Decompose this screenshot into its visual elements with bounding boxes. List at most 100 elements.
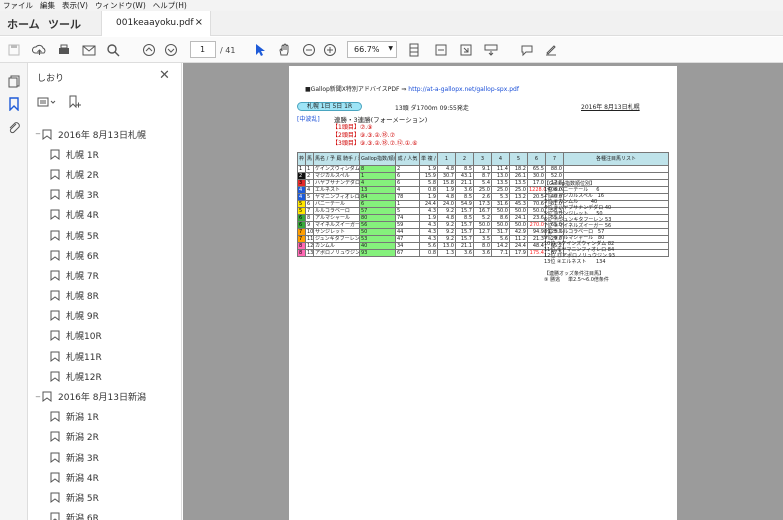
bookmark-item[interactable]: 新潟 3R — [28, 447, 181, 467]
bookmark-group[interactable]: − 2016年 8月13日新潟 — [28, 386, 181, 406]
table-cell: 1228.0 — [527, 186, 546, 194]
table-cell: 9.1 — [473, 165, 492, 173]
upload-icon[interactable] — [30, 41, 48, 59]
table-cell: 1 — [395, 200, 420, 208]
close-icon[interactable]: ✕ — [159, 68, 170, 83]
table-cell: 65.5 — [527, 165, 546, 173]
table-cell: 4.8 — [437, 165, 456, 173]
bookmark-item[interactable]: 札幌 8R — [28, 286, 181, 306]
bookmark-item[interactable]: 札幌 2R — [28, 164, 181, 184]
comment-icon[interactable] — [518, 41, 536, 59]
column-header: 枠 — [297, 152, 306, 166]
menu-view[interactable]: 表示(V) — [62, 0, 88, 11]
bookmark-label: 札幌 7R — [66, 271, 99, 282]
page-view-icon[interactable] — [405, 41, 423, 59]
table-cell — [563, 172, 669, 180]
table-cell: ケインズウィンダム — [313, 165, 360, 173]
table-cell: 8.5 — [455, 214, 474, 222]
menu-file[interactable]: ファイル — [3, 0, 33, 11]
page-number-input[interactable]: 1 — [190, 41, 216, 58]
zoom-in-icon[interactable] — [321, 41, 339, 59]
page-down-icon[interactable] — [162, 41, 180, 59]
bookmark-label: 札幌 9R — [66, 312, 99, 323]
bookmark-item[interactable]: 新潟 6R — [28, 508, 181, 520]
table-cell: マイネルズイーガー — [313, 221, 360, 229]
zoom-out-icon[interactable] — [300, 41, 318, 59]
tab-close-icon[interactable]: × — [195, 17, 203, 28]
column-header: 7 — [545, 152, 564, 166]
table-cell: 5.4 — [473, 179, 492, 187]
bookmark-item[interactable]: 札幌11R — [28, 346, 181, 366]
bookmark-item[interactable]: 新潟 4R — [28, 467, 181, 487]
save-icon[interactable] — [5, 41, 23, 59]
tab-document[interactable]: 001keaayoku.pdf × — [101, 11, 211, 36]
bookmark-group[interactable]: − 2016年 8月13日札幌 — [28, 124, 181, 144]
bookmark-item[interactable]: 札幌12R — [28, 366, 181, 386]
attention-list: 【Gallop指数順位別】 1位 ⑥バニーテール 6 2位 ②マジカルスペル 1… — [544, 181, 615, 283]
table-cell: 13 — [305, 249, 314, 257]
bookmark-item[interactable]: 札幌 7R — [28, 265, 181, 285]
bookmark-item[interactable]: 新潟 5R — [28, 487, 181, 507]
read-mode-icon[interactable] — [482, 41, 500, 59]
bookmark-item[interactable]: 札幌 4R — [28, 205, 181, 225]
bookmark-item[interactable]: 新潟 2R — [28, 427, 181, 447]
page-total: / 41 — [220, 46, 236, 55]
table-cell: 15.9 — [419, 172, 438, 180]
table-cell: 5.6 — [491, 235, 510, 243]
table-cell: 15.7 — [455, 207, 474, 215]
bookmark-item[interactable]: 札幌 3R — [28, 185, 181, 205]
table-cell: 4 — [359, 179, 396, 187]
tree-toggle-icon[interactable]: − — [34, 393, 42, 401]
zoom-select[interactable]: 66.7% ▼ — [347, 41, 397, 58]
table-cell: 2 — [305, 172, 314, 180]
mail-icon[interactable] — [80, 41, 98, 59]
bookmark-item[interactable]: 札幌 6R — [28, 245, 181, 265]
table-cell: 8 — [359, 165, 396, 173]
search-icon[interactable] — [104, 41, 122, 59]
table-cell: 1.9 — [419, 165, 438, 173]
sign-icon[interactable] — [542, 41, 560, 59]
bookmarks-panel: しおり ✕ − 2016年 8月13日札幌 札幌 1R 札幌 2R 札幌 3R 札… — [28, 63, 182, 520]
bookmark-item[interactable]: 札幌 1R — [28, 144, 181, 164]
menu-window[interactable]: ウィンドウ(W) — [95, 0, 146, 11]
page-up-icon[interactable] — [140, 41, 158, 59]
bookmark-label: 新潟 3R — [66, 453, 99, 464]
print-icon[interactable] — [55, 41, 73, 59]
select-cursor-icon[interactable] — [250, 41, 268, 59]
tab-home[interactable]: ホーム — [7, 16, 40, 32]
header-link[interactable]: http://at-a-gallopx.net/gallop-spx.pdf — [408, 86, 519, 93]
bookmark-item[interactable]: 札幌 9R — [28, 306, 181, 326]
menu-help[interactable]: ヘルプ(H) — [153, 0, 187, 11]
table-cell: 24.4 — [509, 242, 528, 250]
bookmark-icon[interactable] — [6, 96, 22, 112]
bookmark-item[interactable]: 札幌10R — [28, 326, 181, 346]
column-header: 5 — [509, 152, 528, 166]
table-cell: 8 — [305, 214, 314, 222]
fullscreen-icon[interactable] — [457, 41, 475, 59]
table-cell: 4.3 — [419, 228, 438, 236]
table-cell: 84 — [359, 193, 396, 201]
tab-tools[interactable]: ツール — [48, 16, 81, 32]
table-cell: アポロノリュウジン — [313, 249, 360, 257]
hand-tool-icon[interactable] — [275, 41, 293, 59]
bookmark-label: 2016年 8月13日札幌 — [58, 130, 146, 141]
attachment-icon[interactable] — [6, 119, 22, 135]
options-menu-icon[interactable] — [37, 96, 57, 111]
table-cell: 3 — [305, 179, 314, 187]
table-cell: 50.0 — [509, 207, 528, 215]
table-cell: 8.0 — [473, 242, 492, 250]
table-cell: 9.2 — [437, 235, 456, 243]
bookmark-label: 札幌 2R — [66, 170, 99, 181]
bookmark-item[interactable]: 新潟 1R — [28, 407, 181, 427]
fit-page-icon[interactable] — [432, 41, 450, 59]
bookmark-item[interactable]: 札幌 5R — [28, 225, 181, 245]
menu-edit[interactable]: 編集 — [40, 0, 55, 11]
table-cell: 2 — [395, 165, 420, 173]
table-cell: 4.3 — [419, 221, 438, 229]
tree-toggle-icon[interactable]: − — [34, 130, 42, 138]
table-cell: 21.1 — [455, 179, 474, 187]
pages-icon[interactable] — [6, 73, 22, 89]
add-bookmark-icon[interactable] — [67, 94, 83, 113]
bookmark-label: 札幌 3R — [66, 191, 99, 202]
table-cell: 30.7 — [437, 172, 456, 180]
